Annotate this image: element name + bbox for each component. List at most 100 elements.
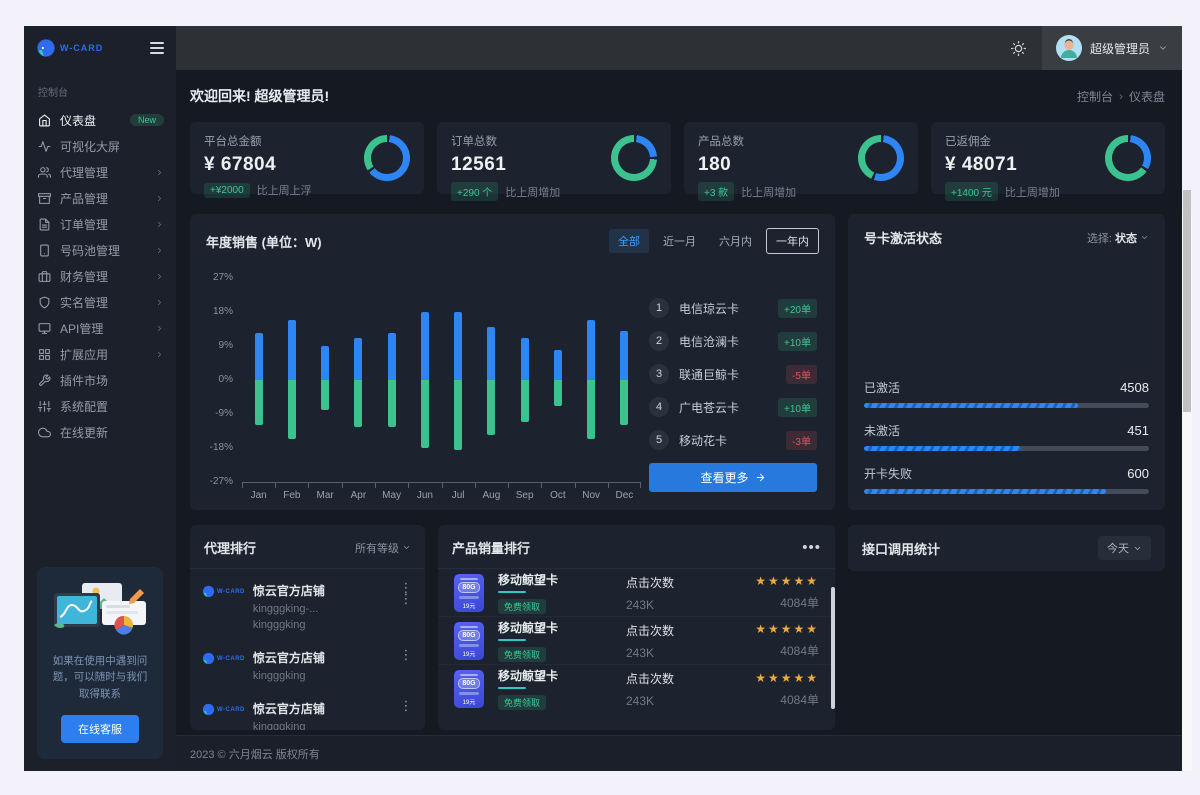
y-tick-label: -9%: [215, 408, 233, 419]
product-rating: ★★★★★4084单: [709, 622, 819, 659]
sidebar-item-label: 订单管理: [60, 216, 108, 233]
axis-tick: [442, 483, 443, 488]
sidebar-item-briefcase[interactable]: 财务管理: [24, 263, 176, 289]
dashboard-app: W-CARD 控制台 仪表盘New可视化大屏代理管理产品管理订单管理号码池管理财…: [24, 26, 1182, 771]
star-rating-icons: ★★★★★: [709, 622, 819, 636]
app-logo[interactable]: W-CARD: [36, 38, 103, 58]
activation-status-filter[interactable]: 选择: 状态: [1087, 230, 1149, 246]
stat-meta: +1400 元比上周增加: [945, 182, 1060, 201]
sidebar-item-label: 代理管理: [60, 164, 108, 181]
sidebar-item-sliders[interactable]: 系统配置: [24, 393, 176, 419]
rank-number: 1: [649, 298, 669, 318]
agent-info: 惊云官方店铺kingggking-...kingggking: [253, 582, 399, 631]
x-tick-label: Jun: [408, 490, 441, 501]
bar-group-Jul: [442, 278, 475, 482]
sidebar-item-home[interactable]: 仪表盘New: [24, 107, 176, 133]
sidebar-item-users[interactable]: 代理管理: [24, 159, 176, 185]
view-more-button[interactable]: 查看更多: [649, 463, 817, 492]
axis-tick: [308, 483, 309, 488]
api-range-filter[interactable]: 今天: [1098, 536, 1151, 560]
sidebar-item-tool[interactable]: 插件市场: [24, 367, 176, 393]
chevron-right-icon: [155, 194, 164, 203]
stat-title: 订单总数: [451, 133, 560, 149]
sidebar-item-grid[interactable]: 扩展应用: [24, 341, 176, 367]
help-text: 如果在使用中遇到问题，可以随时与我们取得联系: [48, 653, 152, 703]
more-vertical-icon[interactable]: ⋮: [399, 700, 413, 711]
sidebar-item-archive[interactable]: 产品管理: [24, 185, 176, 211]
help-illustration: [46, 581, 154, 643]
axis-tick: [342, 483, 343, 488]
rank-number: 4: [649, 397, 669, 417]
rank-delta-badge: +10单: [778, 332, 817, 351]
activation-label: 已激活: [864, 379, 900, 396]
bar-group-Jun: [408, 278, 441, 482]
sidebar-item-shield[interactable]: 实名管理: [24, 289, 176, 315]
more-vertical-icon[interactable]: ⋮⋮: [399, 582, 413, 604]
product-main: 移动鲸望卡免费领取: [498, 619, 626, 663]
tab-近一月[interactable]: 近一月: [654, 229, 705, 253]
chevron-right-icon: [155, 246, 164, 255]
agent-logo-icon: [202, 585, 215, 598]
stat-card-left: 平台总金额¥ 67804+¥2000比上周上浮: [204, 133, 312, 183]
sales-rank-item: 3联通巨鲸卡-5单: [649, 364, 817, 384]
thumb-data-label: 80G: [458, 582, 480, 593]
clicks-label: 点击次数: [626, 670, 709, 687]
agent-level-filter[interactable]: 所有等级: [355, 540, 411, 556]
bar-group-Jan: [242, 278, 275, 482]
more-options-icon[interactable]: •••: [802, 545, 821, 551]
y-tick-label: 0%: [219, 374, 233, 385]
shield-icon: [38, 296, 51, 309]
user-menu[interactable]: 超级管理员: [1042, 26, 1182, 70]
theme-toggle-sun-icon[interactable]: [1011, 41, 1026, 56]
bar-positive: [321, 346, 329, 380]
y-tick-label: 9%: [219, 340, 233, 351]
chevron-right-icon: [155, 324, 164, 333]
arrow-right-icon: [755, 472, 766, 483]
stat-donut-chart: [611, 135, 657, 181]
sidebar-item-smartphone[interactable]: 号码池管理: [24, 237, 176, 263]
product-name: 移动鲸望卡: [498, 667, 626, 684]
product-thumbnail: 80G19元: [454, 574, 484, 612]
stat-note: 比上周增加: [741, 184, 796, 200]
chevron-right-icon: [155, 272, 164, 281]
product-rating: ★★★★★4084单: [709, 671, 819, 708]
stat-meta: +3 款比上周增加: [698, 182, 796, 201]
tab-六月内[interactable]: 六月内: [710, 229, 761, 253]
progress-track: [864, 403, 1149, 408]
bar-positive: [554, 350, 562, 380]
sales-rank-item: 5移动花卡-3单: [649, 430, 817, 450]
sales-rank-item: 4广电苍云卡+10单: [649, 397, 817, 417]
product-clicks: 点击次数243K: [626, 670, 709, 708]
x-tick-label: Sep: [508, 490, 541, 501]
sidebar-item-file-text[interactable]: 订单管理: [24, 211, 176, 237]
x-axis-line: [242, 482, 641, 487]
tab-全部[interactable]: 全部: [609, 229, 649, 253]
activation-progress-list: 已激活4508未激活451开卡失败600: [864, 379, 1149, 496]
menu-collapse-icon[interactable]: [150, 39, 164, 57]
sidebar-item-monitor[interactable]: API管理: [24, 315, 176, 341]
breadcrumb-console[interactable]: 控制台: [1077, 88, 1113, 105]
stat-card-left: 订单总数12561+290 个比上周增加: [451, 133, 560, 183]
y-tick-label: -18%: [210, 442, 233, 453]
tab-一年内[interactable]: 一年内: [766, 228, 819, 254]
breadcrumb-separator: ›: [1119, 89, 1123, 103]
agent-avatar: W-CARD: [202, 585, 245, 598]
api-panel-title: 接口调用统计: [862, 539, 940, 558]
online-support-button[interactable]: 在线客服: [61, 715, 139, 743]
bar-positive: [620, 331, 628, 380]
activation-row-开卡失败: 开卡失败600: [864, 465, 1149, 494]
activation-row-已激活: 已激活4508: [864, 379, 1149, 408]
page-scrollbar-thumb[interactable]: [1183, 190, 1191, 412]
chevron-right-icon: [155, 324, 164, 333]
bar-positive: [454, 312, 462, 380]
more-vertical-icon[interactable]: ⋮: [399, 649, 413, 660]
sales-panel-title: 年度销售 (单位：W): [206, 232, 322, 251]
chevron-right-icon: [155, 220, 164, 229]
sidebar-item-activity[interactable]: 可视化大屏: [24, 133, 176, 159]
logo-icon: [36, 38, 56, 58]
bar-negative: [554, 380, 562, 406]
stat-title: 已返佣金: [945, 133, 1060, 149]
sidebar-item-cloud[interactable]: 在线更新: [24, 419, 176, 445]
stat-delta-badge: +1400 元: [945, 182, 998, 201]
panel-scrollbar-thumb[interactable]: [831, 587, 835, 709]
